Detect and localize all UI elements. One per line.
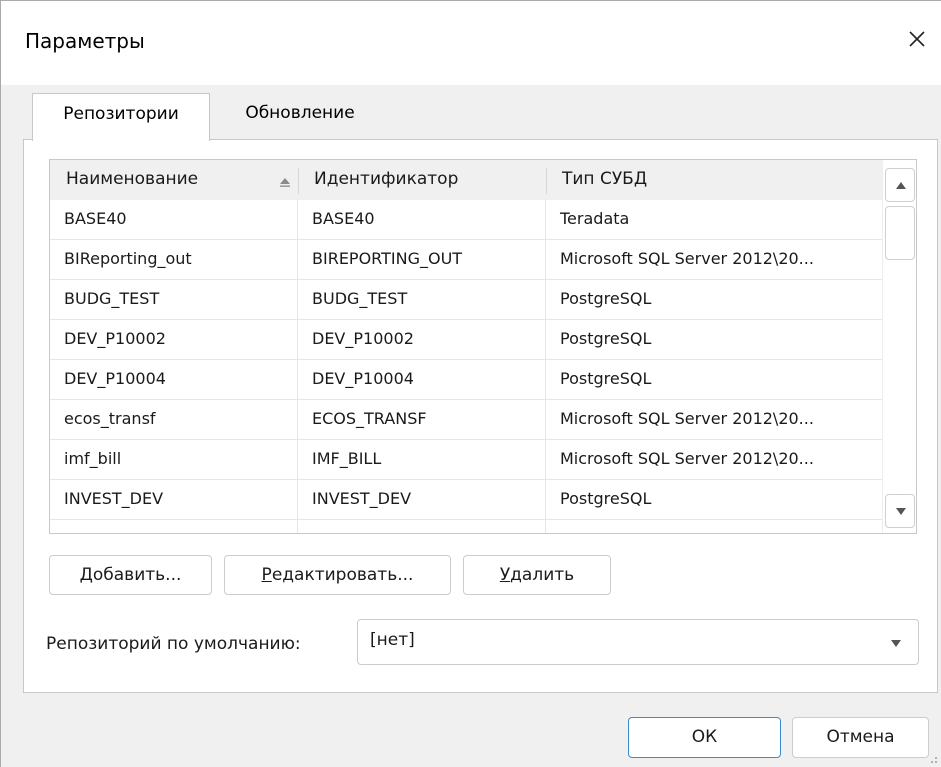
table-row[interactable]: BIReporting_out BIREPORTING_OUT Microsof… [50, 240, 882, 280]
tab-repositories[interactable]: Репозитории [32, 93, 210, 141]
tab-panel-repositories: Наименование Идентификатор Тип СУБД BASE… [23, 139, 938, 693]
ok-button[interactable]: ОК [628, 717, 781, 758]
column-header-dbms-type-label: Тип СУБД [562, 169, 648, 189]
cell-dbms-type: PostgreSQL [560, 289, 652, 308]
close-button[interactable] [901, 23, 933, 55]
delete-button[interactable]: Удалить [463, 555, 611, 595]
chevron-up-icon [896, 182, 906, 189]
add-button-mnemonic: Д [79, 565, 93, 585]
dialog-title: Параметры [25, 29, 145, 53]
tab-update[interactable]: Обновление [210, 93, 390, 139]
cell-dbms-type [546, 520, 882, 533]
cell-name: INVEST_DEV [50, 480, 298, 520]
grid-header: Наименование Идентификатор Тип СУБД [50, 160, 882, 200]
delete-button-mnemonic: У [499, 565, 511, 585]
repositories-grid[interactable]: Наименование Идентификатор Тип СУБД BASE… [49, 159, 917, 534]
default-repository-select[interactable]: [нет] [357, 619, 919, 665]
cell-identifier: BIREPORTING_OUT [298, 240, 546, 280]
add-button-label: обавить... [92, 565, 182, 585]
cell-dbms-type: Microsoft SQL Server 2012\20... [560, 449, 814, 468]
default-repository-value: [нет] [370, 630, 415, 650]
table-row[interactable]: INVEST_DEV INVEST_DEV PostgreSQL [50, 480, 882, 520]
column-header-dbms-type[interactable]: Тип СУБД [546, 160, 882, 200]
cell-name: DEV_P10002 [50, 320, 298, 360]
cell-dbms-type: Microsoft SQL Server 2012\20... [560, 409, 814, 428]
cell-name: DEV_P10004 [50, 360, 298, 400]
title-bar: Параметры [1, 1, 941, 85]
cell-dbms-type: PostgreSQL [560, 329, 652, 348]
cell-identifier: DEV_P10004 [298, 360, 546, 400]
column-header-identifier-label: Идентификатор [314, 169, 459, 189]
cell-dbms-type: Microsoft SQL Server 2012\20... [560, 249, 814, 268]
default-repository-label: Репозиторий по умолчанию: [46, 634, 301, 654]
delete-button-label: далить [510, 565, 575, 585]
add-button[interactable]: Добавить... [49, 555, 212, 595]
scroll-up-button[interactable] [885, 168, 915, 202]
cell-dbms-type: PostgreSQL [560, 489, 652, 508]
resize-grip-icon[interactable] [925, 751, 939, 765]
cancel-button[interactable]: Отмена [792, 717, 929, 758]
column-header-identifier[interactable]: Идентификатор [298, 160, 546, 200]
cell-identifier: DEV_P10002 [298, 320, 546, 360]
edit-button-mnemonic: Р [261, 565, 272, 585]
table-row[interactable]: BASE40 BASE40 Teradata [50, 200, 882, 240]
cell-name: BUDG_TEST [50, 280, 298, 320]
close-icon [909, 31, 925, 47]
grid-vertical-scrollbar[interactable] [882, 160, 916, 533]
cell-name: imf_bill [50, 440, 298, 480]
cell-name [50, 520, 298, 533]
cell-dbms-type: Teradata [560, 209, 630, 228]
cell-dbms-type: PostgreSQL [560, 369, 652, 388]
scrollbar-thumb[interactable] [885, 206, 915, 260]
cell-name: ecos_transf [50, 400, 298, 440]
cell-identifier: INVEST_DEV [298, 480, 546, 520]
column-header-name[interactable]: Наименование [50, 160, 298, 200]
scroll-down-button[interactable] [885, 494, 915, 528]
column-header-name-label: Наименование [66, 169, 199, 189]
table-row[interactable] [50, 520, 882, 533]
cell-identifier: IMF_BILL [298, 440, 546, 480]
edit-button[interactable]: Редактировать... [224, 555, 451, 595]
edit-button-label: едактировать... [271, 565, 414, 585]
table-row[interactable]: DEV_P10002 DEV_P10002 PostgreSQL [50, 320, 882, 360]
table-row[interactable]: DEV_P10004 DEV_P10004 PostgreSQL [50, 360, 882, 400]
parameters-dialog: Параметры Репозитории Обновление Наимено… [0, 0, 941, 767]
cell-name: BIReporting_out [50, 240, 298, 280]
cell-identifier: BASE40 [298, 200, 546, 240]
table-row[interactable]: BUDG_TEST BUDG_TEST PostgreSQL [50, 280, 882, 320]
table-row[interactable]: imf_bill IMF_BILL Microsoft SQL Server 2… [50, 440, 882, 480]
table-row[interactable]: ecos_transf ECOS_TRANSF Microsoft SQL Se… [50, 400, 882, 440]
cell-identifier [298, 520, 546, 533]
sort-ascending-icon [280, 178, 290, 187]
cell-identifier: ECOS_TRANSF [298, 400, 546, 440]
cell-identifier: BUDG_TEST [298, 280, 546, 320]
chevron-down-icon [896, 508, 906, 515]
chevron-down-icon [891, 640, 901, 647]
cell-name: BASE40 [50, 200, 298, 240]
